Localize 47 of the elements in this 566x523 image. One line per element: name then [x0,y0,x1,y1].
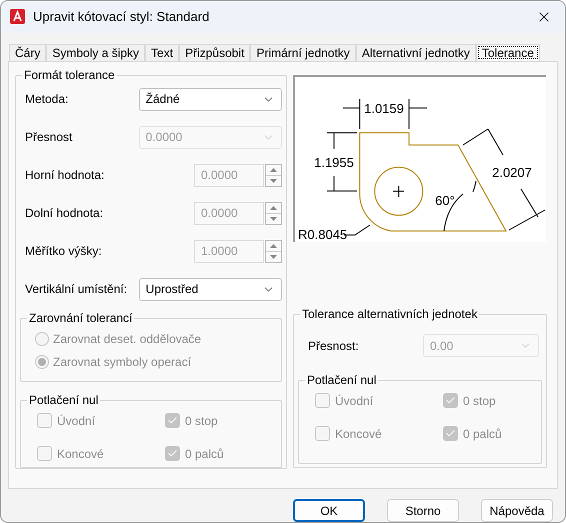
dropdown[interactable]: Žádné [138,88,282,111]
hole-circle [374,166,424,216]
up-arrow-icon [270,206,277,210]
down-arrow-icon [270,178,277,183]
tab[interactable]: Alternativní jednotky [356,44,476,61]
checkbox-label: 0 stop [463,392,496,410]
field-label: Metoda: [25,91,70,108]
checkbox-label: Úvodní [57,412,96,430]
checkbox-label: Koncové [335,426,382,443]
center-mark [392,185,404,198]
field-label: Měřítko výšky: [25,243,103,260]
spin-buttons[interactable] [265,240,282,263]
tab[interactable]: Tolerance [476,44,540,61]
dropdown[interactable]: Uprostřed [138,278,282,301]
dimension-label: 1.0159 [364,100,404,116]
down-arrow-icon [270,254,277,259]
tab[interactable]: Primární jednotky [250,44,356,61]
radio-label: Zarovnat symboly operací [53,354,192,372]
up-arrow-icon [270,168,277,172]
dimension-label: 60° [435,192,455,208]
field-label: Přesnost: [308,338,360,355]
dimension-label: 1.1955 [314,154,354,170]
tab[interactable]: Přizpůsobit [179,44,250,61]
field-label: Přesnost [25,129,74,146]
field-label: Horní hodnota: [25,167,106,184]
up-arrow-icon [270,244,277,248]
checkbox-label: 0 stop [185,412,218,430]
tab[interactable]: Text [145,44,180,61]
app-logo-icon [10,9,25,24]
dimension-label: 2.0207 [492,164,532,180]
field-label: Vertikální umístění: [25,281,128,298]
dialog-button[interactable]: Storno [387,499,459,522]
radio-label: Zarovnat deset. oddělovače [53,331,202,348]
down-arrow-icon [270,216,277,221]
spin-buttons[interactable] [265,202,282,225]
dimension-label: R0.8045 [298,226,348,242]
checkbox-label: Koncové [57,446,104,463]
field-label: Dolní hodnota: [25,205,104,222]
spin-buttons[interactable] [265,164,282,187]
checkbox-label: 0 palců [185,446,224,463]
dialog-button[interactable]: OK [293,499,365,522]
checkbox-label: 0 palců [463,426,502,443]
window-title: Upravit kótovací styl: Standard [33,8,210,26]
tab[interactable]: Čáry [9,44,46,61]
tab[interactable]: Symboly a šipky [46,44,146,61]
checkbox-label: Úvodní [335,392,374,410]
dialog-button[interactable]: Nápověda [481,499,553,522]
